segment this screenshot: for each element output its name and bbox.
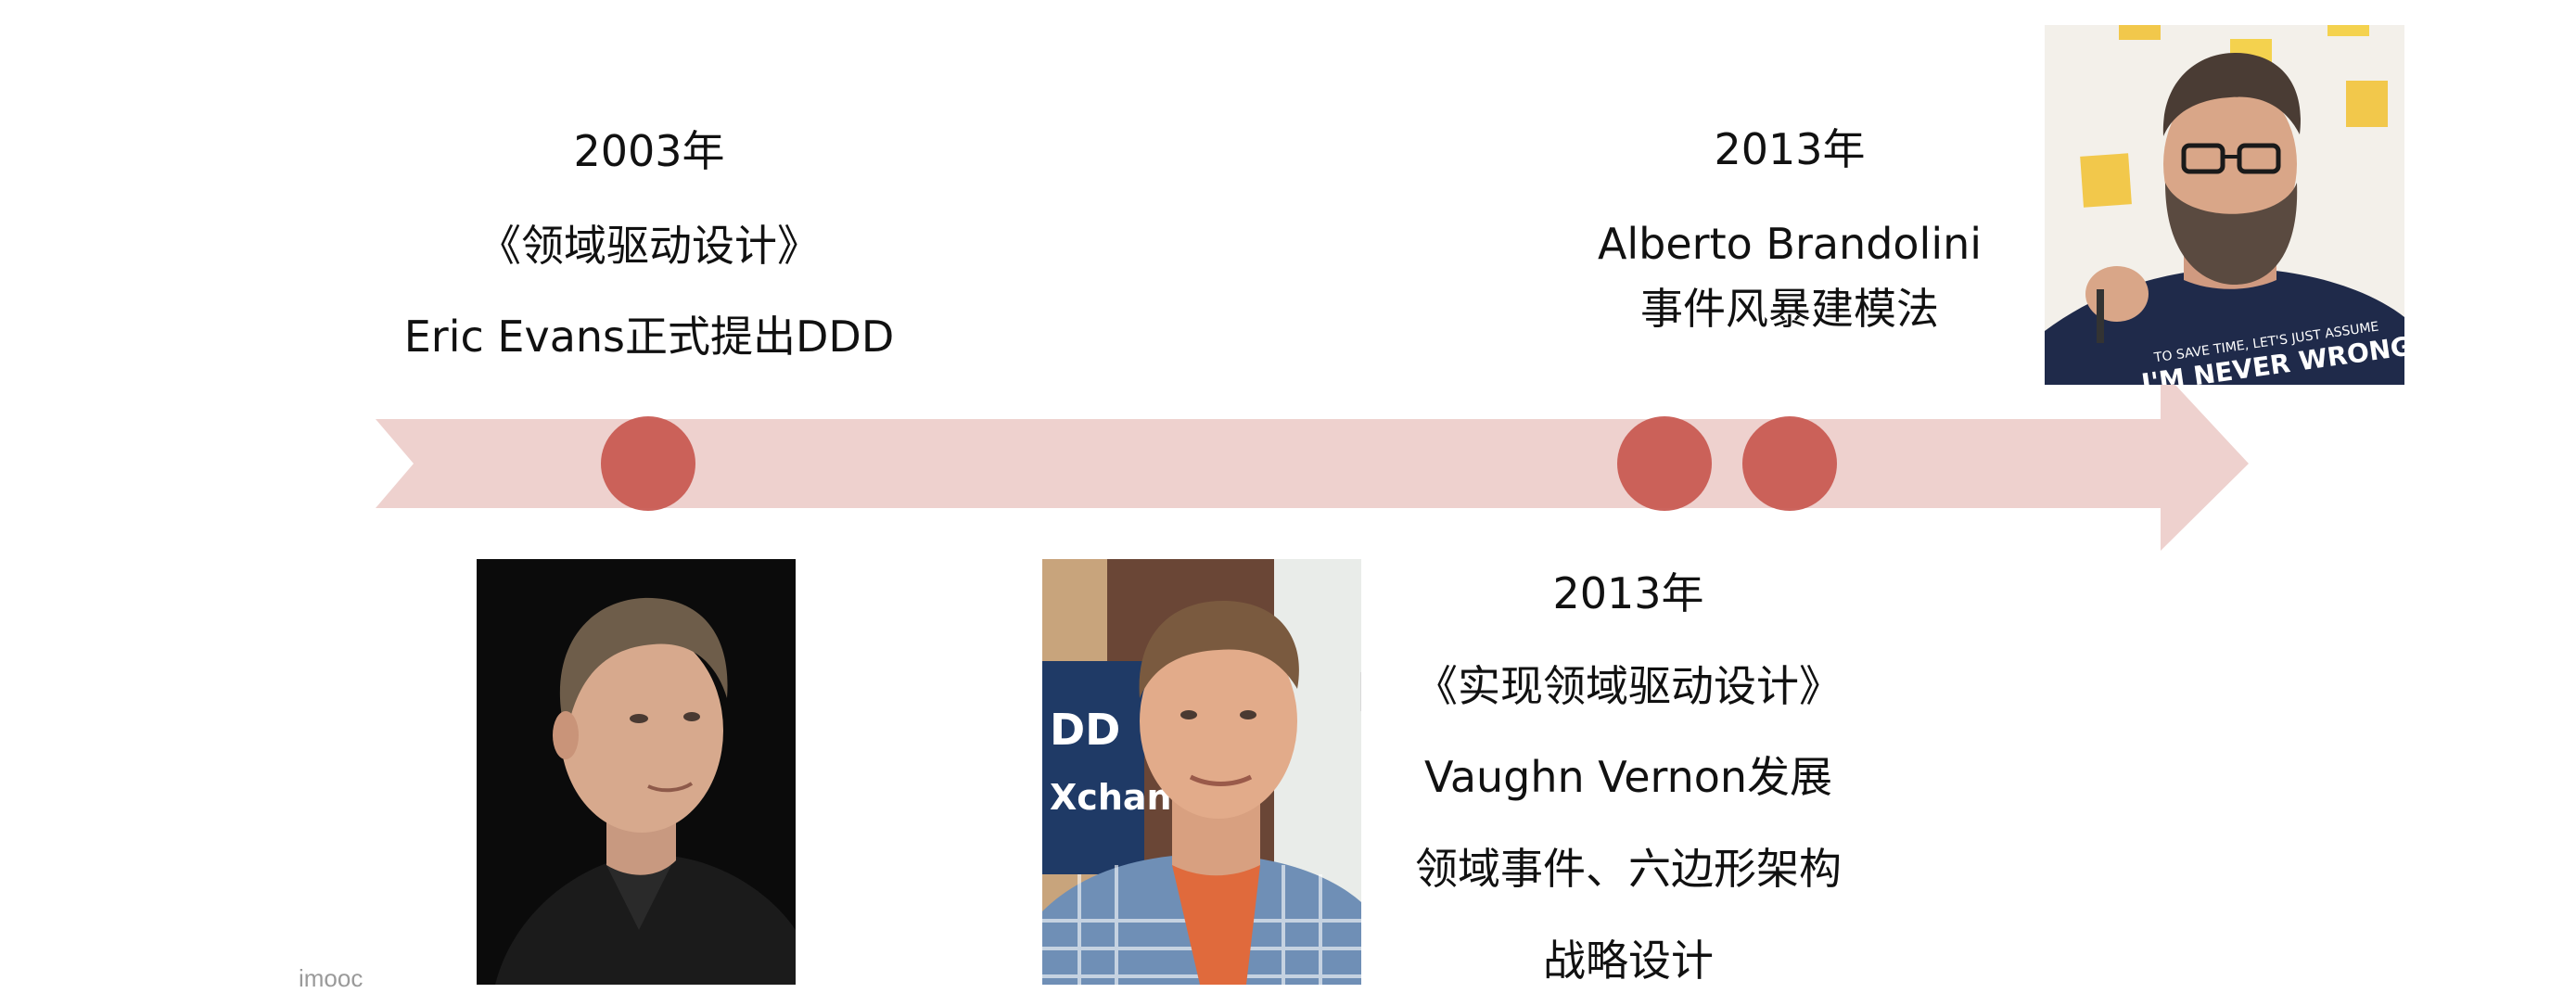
person-photo-eric-evans [477,559,796,985]
ddd-history-timeline: 2003年 《领域驱动设计》 Eric Evans正式提出DDD 2013年 A… [0,0,2576,992]
event-title: 《领域驱动设计》 [478,221,820,271]
timeline-dot-2013-brandolini [1742,416,1837,511]
divider [1360,672,1361,711]
event-description: Vaughn Vernon发展 [1423,752,1833,802]
event-description: 事件风暴建模法 [1640,284,1939,334]
event-year: 2013年 [1552,568,1704,618]
event-year: 2003年 [573,126,725,176]
event-person-name: Alberto Brandolini [1597,219,1983,269]
person-photo-alberto-brandolini: TO SAVE TIME, LET'S JUST ASSUME I'M NEVE… [2045,25,2404,385]
timeline-dot-2003 [601,416,695,511]
event-description: Eric Evans正式提出DDD [403,312,895,362]
event-detail: 领域事件、六边形架构 [1415,844,1842,894]
svg-text:DD: DD [1050,705,1120,755]
watermark: imooc [299,964,363,992]
person-photo-vaughn-vernon: DD Xchan [1042,559,1361,985]
event-title: 《实现领域驱动设计》 [1415,661,1842,711]
event-year: 2013年 [1714,124,1866,174]
event-detail: 战略设计 [1543,936,1714,986]
timeline-dot-2013-vernon [1617,416,1712,511]
svg-text:Xchan: Xchan [1050,777,1172,818]
